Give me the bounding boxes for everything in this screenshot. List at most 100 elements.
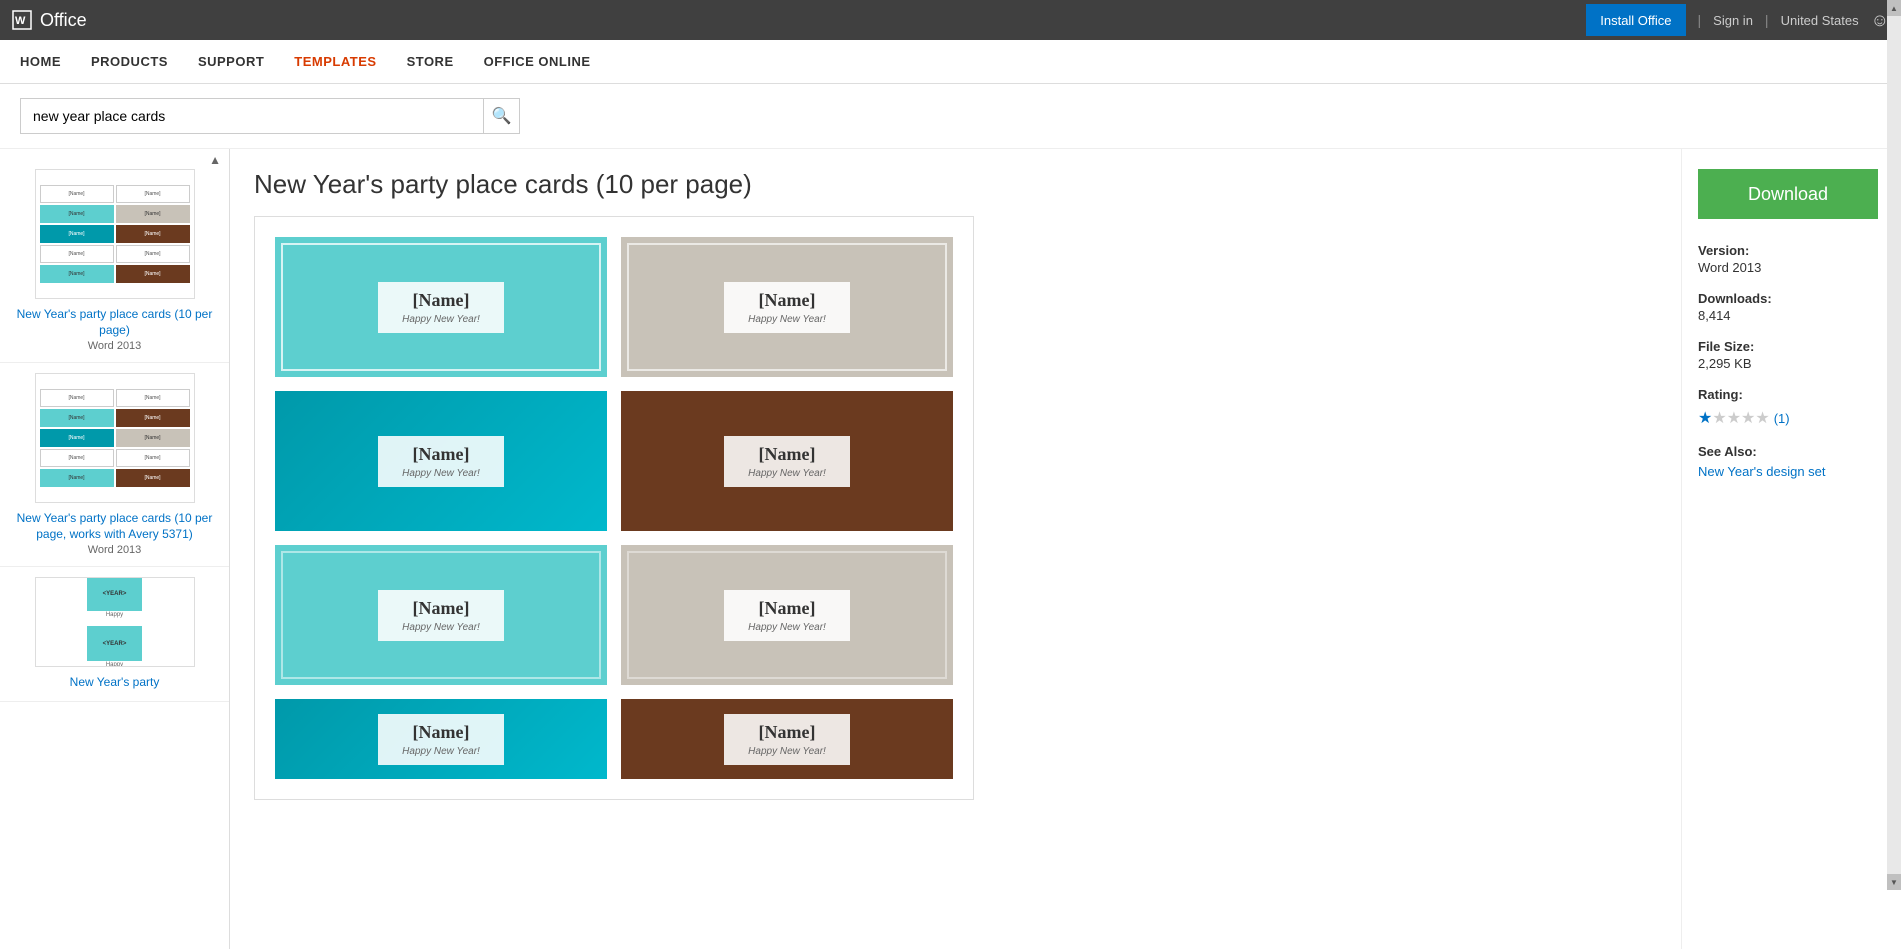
place-card-6: [Name] Happy New Year!: [621, 545, 953, 685]
sidebar-thumb-2: [Name] [Name] [Name] [Name] [Name] [Name…: [35, 373, 195, 503]
mini-card: [Name]: [116, 429, 190, 447]
mini-card: [Name]: [40, 245, 114, 263]
place-card-name-6: [Name]: [748, 598, 826, 619]
mini-card: [Name]: [116, 225, 190, 243]
sign-in-link[interactable]: Sign in: [1713, 13, 1753, 28]
sidebar-thumb-1: [Name] [Name] [Name] [Name] [Name] [Name…: [35, 169, 195, 299]
nav-office-online[interactable]: OFFICE ONLINE: [484, 42, 591, 81]
mini-card: [Name]: [40, 265, 114, 283]
topbar-divider: |: [1698, 12, 1702, 28]
star-3: ★: [1727, 408, 1741, 428]
place-card-inner-6: [Name] Happy New Year!: [724, 590, 850, 641]
search-button[interactable]: 🔍: [483, 99, 519, 133]
sidebar-item-2-version: Word 2013: [14, 544, 215, 556]
mini-card: [Name]: [40, 469, 114, 487]
mini-card: [Name]: [40, 389, 114, 407]
filesize-label: File Size:: [1698, 339, 1885, 354]
place-card-subtitle-4: Happy New Year!: [748, 468, 826, 479]
rating-count[interactable]: (1): [1774, 411, 1790, 426]
mini-card: [Name]: [116, 409, 190, 427]
nav-home[interactable]: HOME: [20, 42, 61, 81]
place-card-2: [Name] Happy New Year!: [621, 237, 953, 377]
place-card-inner-2: [Name] Happy New Year!: [724, 282, 850, 333]
install-office-button[interactable]: Install Office: [1586, 4, 1685, 36]
place-card-inner-3: [Name] Happy New Year!: [378, 436, 504, 487]
mini-card: [Name]: [40, 409, 114, 427]
filesize-value: 2,295 KB: [1698, 356, 1885, 371]
nav-products[interactable]: PRODUCTS: [91, 42, 168, 81]
search-input[interactable]: [21, 99, 483, 133]
mini-card: [Name]: [116, 205, 190, 223]
search-icon: 🔍: [492, 106, 512, 126]
rating-stars[interactable]: ★ ★ ★ ★ ★ (1): [1698, 408, 1885, 428]
topbar-region-divider: |: [1765, 12, 1769, 28]
mini-card: [Name]: [116, 185, 190, 203]
mini-card: [Name]: [116, 245, 190, 263]
nav-templates[interactable]: TEMPLATES: [294, 42, 376, 81]
scroll-up-arrow[interactable]: ▲: [1887, 0, 1901, 16]
place-card-inner-1: [Name] Happy New Year!: [378, 282, 504, 333]
star-4: ★: [1741, 408, 1755, 428]
top-bar: W Office Install Office | Sign in | Unit…: [0, 0, 1901, 40]
place-card-subtitle-5: Happy New Year!: [402, 622, 480, 633]
place-card-7: [Name] Happy New Year!: [275, 699, 607, 779]
place-card-subtitle-7: Happy New Year!: [402, 746, 480, 757]
svg-text:W: W: [15, 15, 26, 27]
sidebar-item-3-title: New Year's party: [14, 675, 215, 691]
search-bar: 🔍: [0, 84, 1901, 149]
place-card-name-1: [Name]: [402, 290, 480, 311]
template-preview-wrapper: [Name] Happy New Year! [Name] Happy New …: [254, 216, 974, 800]
place-card-inner-5: [Name] Happy New Year!: [378, 590, 504, 641]
mini-card: [Name]: [40, 449, 114, 467]
scroll-down-arrow[interactable]: ▼: [1887, 874, 1901, 890]
place-card-subtitle-3: Happy New Year!: [402, 468, 480, 479]
place-card-subtitle-2: Happy New Year!: [748, 314, 826, 325]
place-card-inner-8: [Name] Happy New Year!: [724, 714, 850, 765]
nav-support[interactable]: SUPPORT: [198, 42, 264, 81]
mini-card: [Name]: [116, 265, 190, 283]
scrollbar[interactable]: ▲ ▼: [1887, 0, 1901, 890]
sidebar-item-2-title: New Year's party place cards (10 per pag…: [14, 511, 215, 542]
sidebar-item-3[interactable]: <YEAR> Happy <YEAR> Happy New Year's par…: [0, 567, 229, 702]
sidebar-item-1[interactable]: [Name] [Name] [Name] [Name] [Name] [Name…: [0, 159, 229, 363]
office-logo-icon: W: [12, 10, 32, 30]
place-card-1: [Name] Happy New Year!: [275, 237, 607, 377]
place-card-inner-7: [Name] Happy New Year!: [378, 714, 504, 765]
place-card-8: [Name] Happy New Year!: [621, 699, 953, 779]
nav-store[interactable]: STORE: [407, 42, 454, 81]
mini-card: [Name]: [40, 205, 114, 223]
see-also-title: See Also:: [1698, 444, 1885, 459]
region-selector[interactable]: United States: [1781, 13, 1859, 28]
nav-bar: HOME PRODUCTS SUPPORT TEMPLATES STORE OF…: [0, 40, 1901, 84]
place-card-4: [Name] Happy New Year!: [621, 391, 953, 531]
see-also-link[interactable]: New Year's design set: [1698, 464, 1826, 479]
star-5: ★: [1755, 408, 1769, 428]
mini-card: [Name]: [116, 389, 190, 407]
place-card-name-7: [Name]: [402, 722, 480, 743]
rating-label: Rating:: [1698, 387, 1885, 402]
mini-card: [Name]: [40, 185, 114, 203]
place-card-name-8: [Name]: [748, 722, 826, 743]
search-form: 🔍: [20, 98, 520, 134]
template-grid: [Name] Happy New Year! [Name] Happy New …: [275, 237, 953, 779]
version-value: Word 2013: [1698, 260, 1885, 275]
page-title: New Year's party place cards (10 per pag…: [254, 169, 1657, 200]
place-card-subtitle-6: Happy New Year!: [748, 622, 826, 633]
place-card-3: [Name] Happy New Year!: [275, 391, 607, 531]
downloads-value: 8,414: [1698, 308, 1885, 323]
right-panel: Download Version: Word 2013 Downloads: 8…: [1681, 149, 1901, 949]
download-button[interactable]: Download: [1698, 169, 1878, 219]
scroll-track: [1887, 16, 1901, 874]
place-card-subtitle-8: Happy New Year!: [748, 746, 826, 757]
place-card-5: [Name] Happy New Year!: [275, 545, 607, 685]
sidebar-scroll-up[interactable]: ▲: [209, 153, 221, 167]
sidebar-item-2[interactable]: [Name] [Name] [Name] [Name] [Name] [Name…: [0, 363, 229, 567]
mini-card: [Name]: [40, 429, 114, 447]
mini-card: [Name]: [40, 225, 114, 243]
top-bar-left: W Office: [12, 10, 87, 31]
mini-card: [Name]: [116, 449, 190, 467]
sidebar: ▲ [Name] [Name] [Name] [Name] [Name] [Na…: [0, 149, 230, 949]
star-1: ★: [1698, 408, 1712, 428]
top-bar-right: Install Office | Sign in | United States…: [1586, 4, 1889, 36]
sidebar-item-1-version: Word 2013: [14, 340, 215, 352]
